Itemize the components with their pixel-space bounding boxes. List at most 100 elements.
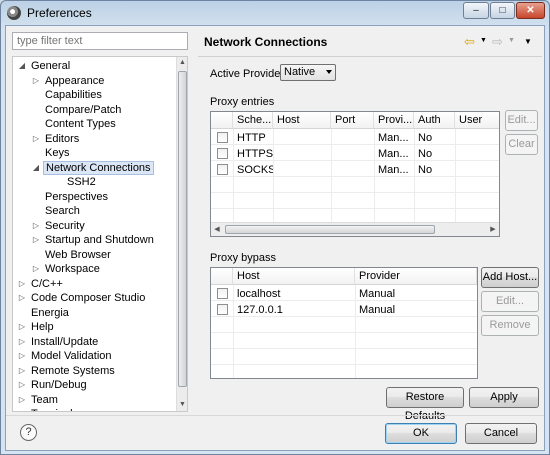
chevron-down-icon [326,70,332,74]
table-cell[interactable] [273,130,331,146]
expand-right-icon[interactable]: ▷ [17,291,27,305]
table-cell[interactable]: SOCKS [233,162,273,178]
row-checkbox[interactable] [217,304,228,315]
row-checkbox[interactable] [217,132,228,143]
column-header[interactable]: Provider [355,268,477,285]
title-bar[interactable]: Preferences – □ ✕ [1,1,549,25]
table-row-line [211,333,477,349]
row-checkbox[interactable] [217,288,228,299]
table-cell[interactable] [273,162,331,178]
tree-item-label: Model Validation [31,350,112,362]
table-cell[interactable] [455,146,499,162]
column-header[interactable]: User [455,112,499,129]
expand-right-icon[interactable]: ▷ [31,74,41,88]
apply-button[interactable]: Apply [469,387,539,408]
proxy-entries-table: ◀ ▶ Sche... Host Port Provi... Auth User HTTP M… [210,111,500,237]
table-cell[interactable] [331,162,374,178]
row-checkbox[interactable] [217,148,228,159]
row-checkbox[interactable] [217,164,228,175]
expand-right-icon[interactable]: ▷ [31,262,41,276]
proxy-bypass-label: Proxy bypass [210,252,277,264]
scroll-up-icon[interactable]: ▲ [177,57,187,69]
scroll-right-icon[interactable]: ▶ [487,223,499,236]
view-menu-icon[interactable]: ▼ [524,37,532,46]
checkbox-column-header[interactable] [211,112,233,129]
edit-entry-button[interactable]: Edit... [505,110,538,131]
column-header[interactable]: Host [233,268,355,285]
scrollbar-thumb[interactable] [225,225,435,234]
add-host-button[interactable]: Add Host... [481,267,539,288]
minimize-icon[interactable]: – [463,2,489,19]
forward-menu-icon[interactable]: ▼ [508,37,515,44]
table-cell[interactable] [455,162,499,178]
forward-arrow-icon[interactable]: ⇨ [492,34,503,50]
scroll-left-icon[interactable]: ◀ [211,223,223,236]
maximize-icon[interactable]: □ [490,2,515,19]
table-cell[interactable]: No [414,146,455,162]
table-cell[interactable]: Man... [374,130,414,146]
scrollbar-thumb[interactable] [178,71,187,387]
close-icon[interactable]: ✕ [516,2,545,19]
checkbox-column-header[interactable] [211,268,233,285]
filter-input[interactable] [12,32,188,50]
tree-item-label: Content Types [45,118,116,130]
tree-item-label: Appearance [45,74,105,87]
column-header[interactable]: Port [331,112,374,129]
active-provider-select[interactable]: Native [280,64,336,81]
expand-right-icon[interactable]: ▷ [17,335,27,349]
expand-right-icon[interactable]: ▷ [31,219,41,233]
cancel-button[interactable]: Cancel [465,423,537,444]
footer-divider [6,415,544,416]
tree-item-label: Workspace [45,263,100,275]
tree-item-label: Perspectives [45,190,108,203]
active-provider-value: Native [284,66,316,78]
table-cell[interactable] [331,130,374,146]
tree-item-label: Help [31,321,54,333]
tree-item-label: Keys [45,147,70,159]
expand-right-icon[interactable]: ▷ [31,132,41,146]
table-cell[interactable] [455,130,499,146]
column-header[interactable]: Auth [414,112,455,129]
table-cell[interactable]: No [414,130,455,146]
scroll-down-icon[interactable]: ▼ [177,399,187,411]
dialog-body: ▲ ▼ ◢ General ▷ Appearance Capabilities Compa… [5,25,545,451]
table-cell[interactable]: Man... [374,162,414,178]
table-cell[interactable]: HTTPS [233,146,273,162]
table-cell[interactable] [331,146,374,162]
tree-item-label: General [31,60,71,72]
back-menu-icon[interactable]: ▼ [480,37,487,44]
restore-defaults-button[interactable]: Restore Defaults [386,387,464,422]
expand-down-icon[interactable]: ◢ [17,59,27,73]
column-header[interactable]: Sche... [233,112,273,129]
expand-right-icon[interactable]: ▷ [17,393,27,407]
remove-host-button[interactable]: Remove [481,315,539,336]
expand-right-icon[interactable]: ▷ [17,364,27,378]
edit-host-button[interactable]: Edit... [481,291,539,312]
table-cell[interactable]: Man... [374,146,414,162]
table-cell[interactable] [273,146,331,162]
tree-item-label: Terminal [29,407,75,411]
table-cell[interactable]: 127.0.0.1 [233,302,355,318]
table-cell[interactable]: Manual [355,286,477,302]
tree-item-label: Energia [31,306,69,319]
expand-right-icon[interactable]: ▷ [17,277,27,291]
back-arrow-icon[interactable]: ⇦ [464,34,475,50]
expand-right-icon[interactable]: ▷ [31,233,41,247]
help-icon[interactable]: ? [20,424,37,441]
tree-item-label: Network Connections [43,160,154,175]
expand-right-icon[interactable]: ▷ [17,378,27,392]
column-header[interactable]: Host [273,112,331,129]
column-header[interactable]: Provi... [374,112,414,129]
table-cell[interactable]: Manual [355,302,477,318]
tree-scrollbar[interactable]: ▲ ▼ [176,57,187,411]
expand-right-icon[interactable]: ▷ [17,320,27,334]
page-title: Network Connections [204,35,328,49]
table-cell[interactable]: HTTP [233,130,273,146]
tree-item-label: C/C++ [31,277,63,290]
expand-right-icon[interactable]: ▷ [17,349,27,363]
ok-button[interactable]: OK [385,423,457,444]
clear-entry-button[interactable]: Clear [505,134,538,155]
table-cell[interactable]: No [414,162,455,178]
expand-down-icon[interactable]: ◢ [31,161,41,175]
table-cell[interactable]: localhost [233,286,355,302]
